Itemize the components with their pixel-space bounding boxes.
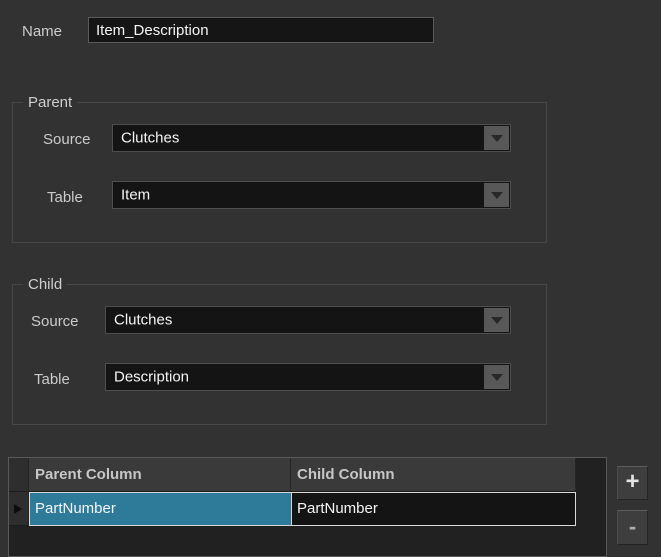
- name-label: Name: [22, 23, 63, 40]
- child-source-dropdown-button[interactable]: [484, 308, 509, 332]
- child-source-label: Source: [31, 313, 79, 330]
- plus-icon: +: [625, 468, 640, 495]
- child-source-value: Clutches: [114, 311, 173, 329]
- child-table-dropdown-button[interactable]: [484, 365, 509, 389]
- grid-row: PartNumber PartNumber: [29, 492, 576, 526]
- add-row-button[interactable]: +: [617, 466, 648, 500]
- grid-header-parent-column[interactable]: Parent Column: [29, 458, 291, 492]
- parent-source-combobox[interactable]: Clutches: [112, 124, 511, 152]
- parent-source-value: Clutches: [121, 129, 180, 147]
- parent-table-combobox[interactable]: Item: [112, 181, 511, 209]
- chevron-down-icon: [490, 316, 503, 324]
- child-group-title: Child: [23, 276, 68, 293]
- grid-header-child-column[interactable]: Child Column: [291, 458, 576, 492]
- parent-source-label: Source: [43, 131, 91, 148]
- parent-source-dropdown-button[interactable]: [484, 126, 509, 150]
- chevron-down-icon: [490, 373, 503, 381]
- grid-cell-child-column[interactable]: PartNumber: [291, 493, 575, 525]
- grid-select-all-corner[interactable]: [9, 458, 29, 492]
- parent-table-dropdown-button[interactable]: [484, 183, 509, 207]
- name-input[interactable]: [88, 17, 434, 43]
- relationship-editor-dialog: Name Parent Source Clutches Table Item C…: [0, 0, 661, 557]
- child-source-combobox[interactable]: Clutches: [105, 306, 511, 334]
- minus-icon: -: [628, 513, 637, 539]
- parent-table-label: Table: [47, 189, 83, 206]
- parent-table-value: Item: [121, 186, 151, 204]
- child-table-value: Description: [114, 368, 190, 386]
- child-table-label: Table: [34, 371, 70, 388]
- remove-row-button[interactable]: -: [617, 510, 648, 545]
- current-row-marker-icon: [14, 503, 22, 514]
- grid-cell-parent-column[interactable]: PartNumber: [30, 493, 291, 525]
- chevron-down-icon: [490, 134, 503, 142]
- child-table-combobox[interactable]: Description: [105, 363, 511, 391]
- column-mapping-grid: Parent Column Child Column PartNumber Pa…: [8, 457, 607, 557]
- chevron-down-icon: [490, 191, 503, 199]
- parent-group-title: Parent: [23, 94, 78, 111]
- grid-row-header[interactable]: [9, 492, 29, 526]
